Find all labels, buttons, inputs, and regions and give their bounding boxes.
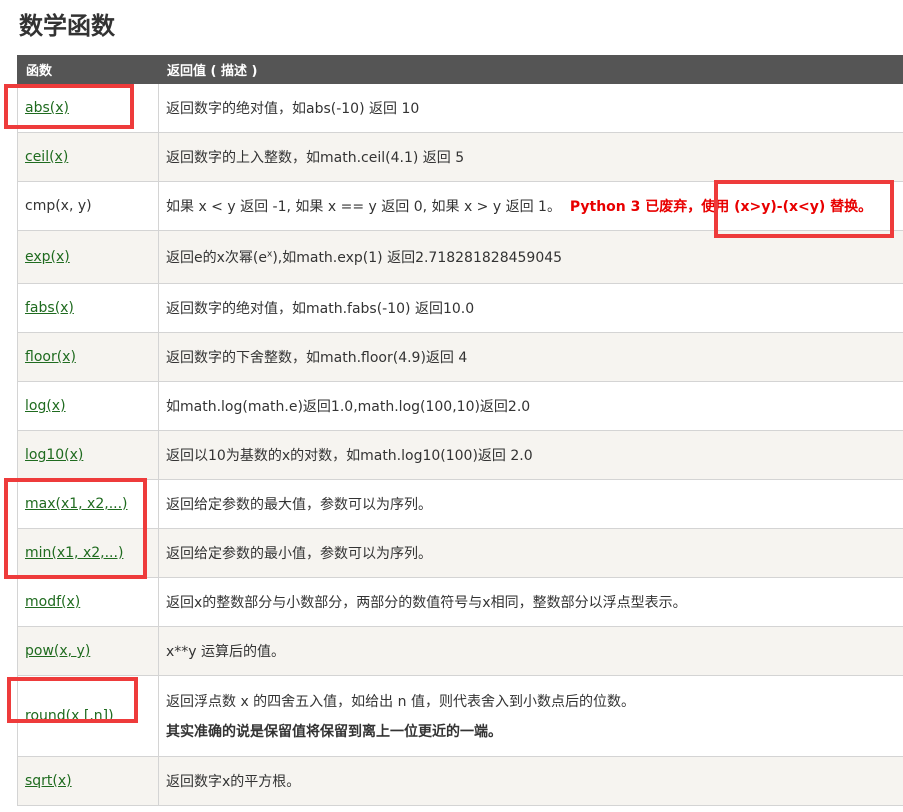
function-cell: log10(x) [17, 430, 159, 480]
description-cell: 返回以10为基数的x的对数，如math.log10(100)返回 2.0 [158, 430, 903, 480]
description-cell: 返回浮点数 x 的四舍五入值，如给出 n 值，则代表舍入到小数点后的位数。 其实准… [158, 675, 903, 757]
function-cell: min(x1, x2,...) [17, 528, 159, 578]
math-functions-table: 函数 返回值 ( 描述 ) abs(x) 返回数字的绝对值，如abs(-10) … [17, 55, 903, 806]
function-cell: max(x1, x2,...) [17, 479, 159, 529]
description-cell: 返回x的整数部分与小数部分，两部分的数值符号与x相同，整数部分以浮点型表示。 [158, 577, 903, 627]
description-text-post: ),如math.exp(1) 返回2.718281828459045 [272, 250, 563, 266]
description-cell: 返回给定参数的最大值，参数可以为序列。 [158, 479, 903, 529]
description-text: 如果 x < y 返回 -1, 如果 x == y 返回 0, 如果 x > y… [166, 199, 561, 215]
deprecation-warning: Python 3 已废弃，使用 (x>y)-(x<y) 替换。 [569, 199, 873, 215]
function-link-round[interactable]: round(x [,n]) [25, 708, 114, 724]
description-cell: 返回数字的上入整数，如math.ceil(4.1) 返回 5 [158, 132, 903, 182]
description-cell: 返回数字的绝对值，如abs(-10) 返回 10 [158, 83, 903, 133]
function-cell: abs(x) [17, 83, 159, 133]
function-link-max[interactable]: max(x1, x2,...) [25, 496, 128, 512]
table-row: exp(x) 返回e的x次幂(ex),如math.exp(1) 返回2.7182… [17, 230, 903, 284]
function-cell: modf(x) [17, 577, 159, 627]
description-cell: 返回给定参数的最小值，参数可以为序列。 [158, 528, 903, 578]
table-row: fabs(x) 返回数字的绝对值，如math.fabs(-10) 返回10.0 [17, 283, 903, 333]
function-link-min[interactable]: min(x1, x2,...) [25, 545, 123, 561]
function-cell: ceil(x) [17, 132, 159, 182]
table-header-row: 函数 返回值 ( 描述 ) [17, 55, 903, 84]
function-link-abs[interactable]: abs(x) [25, 100, 69, 116]
table-row: sqrt(x) 返回数字x的平方根。 [17, 756, 903, 806]
header-description: 返回值 ( 描述 ) [158, 55, 903, 84]
description-cell: 如math.log(math.e)返回1.0,math.log(100,10)返… [158, 381, 903, 431]
page-title: 数学函数 [19, 12, 115, 40]
header-function: 函数 [17, 55, 159, 84]
function-cell: cmp(x, y) [17, 181, 159, 231]
table-row: min(x1, x2,...) 返回给定参数的最小值，参数可以为序列。 [17, 528, 903, 578]
description-cell: 返回数字x的平方根。 [158, 756, 903, 806]
table-row: abs(x) 返回数字的绝对值，如abs(-10) 返回 10 [17, 83, 903, 133]
function-cell: exp(x) [17, 230, 159, 284]
function-link-log[interactable]: log(x) [25, 398, 66, 414]
function-link-modf[interactable]: modf(x) [25, 594, 80, 610]
function-link-ceil[interactable]: ceil(x) [25, 149, 68, 165]
bold-note: 其实准确的说是保留值将保留到离上一位更近的一端。 [166, 724, 502, 740]
table-row: round(x [,n]) 返回浮点数 x 的四舍五入值，如给出 n 值，则代表… [17, 675, 903, 757]
function-link-exp[interactable]: exp(x) [25, 249, 70, 265]
function-cell: log(x) [17, 381, 159, 431]
function-cell: sqrt(x) [17, 756, 159, 806]
function-link-floor[interactable]: floor(x) [25, 349, 76, 365]
function-cell: round(x [,n]) [17, 675, 159, 757]
table-row: cmp(x, y) 如果 x < y 返回 -1, 如果 x == y 返回 0… [17, 181, 903, 231]
table-row: floor(x) 返回数字的下舍整数，如math.floor(4.9)返回 4 [17, 332, 903, 382]
table-row: ceil(x) 返回数字的上入整数，如math.ceil(4.1) 返回 5 [17, 132, 903, 182]
table-row: log10(x) 返回以10为基数的x的对数，如math.log10(100)返… [17, 430, 903, 480]
description-text: 返回浮点数 x 的四舍五入值，如给出 n 值，则代表舍入到小数点后的位数。 [166, 694, 635, 710]
table-row: log(x) 如math.log(math.e)返回1.0,math.log(1… [17, 381, 903, 431]
description-cell: 如果 x < y 返回 -1, 如果 x == y 返回 0, 如果 x > y… [158, 181, 903, 231]
description-text-pre: 返回e的x次幂(e [166, 250, 267, 266]
function-link-log10[interactable]: log10(x) [25, 447, 83, 463]
function-cell: floor(x) [17, 332, 159, 382]
function-name-cmp: cmp(x, y) [25, 198, 92, 214]
function-link-fabs[interactable]: fabs(x) [25, 300, 74, 316]
table-row: max(x1, x2,...) 返回给定参数的最大值，参数可以为序列。 [17, 479, 903, 529]
function-cell: fabs(x) [17, 283, 159, 333]
description-cell: 返回数字的下舍整数，如math.floor(4.9)返回 4 [158, 332, 903, 382]
description-cell: 返回数字的绝对值，如math.fabs(-10) 返回10.0 [158, 283, 903, 333]
function-link-sqrt[interactable]: sqrt(x) [25, 773, 72, 789]
description-cell: x**y 运算后的值。 [158, 626, 903, 676]
description-cell: 返回e的x次幂(ex),如math.exp(1) 返回2.71828182845… [158, 230, 903, 284]
function-cell: pow(x, y) [17, 626, 159, 676]
table-row: modf(x) 返回x的整数部分与小数部分，两部分的数值符号与x相同，整数部分以… [17, 577, 903, 627]
function-link-pow[interactable]: pow(x, y) [25, 643, 90, 659]
table-row: pow(x, y) x**y 运算后的值。 [17, 626, 903, 676]
